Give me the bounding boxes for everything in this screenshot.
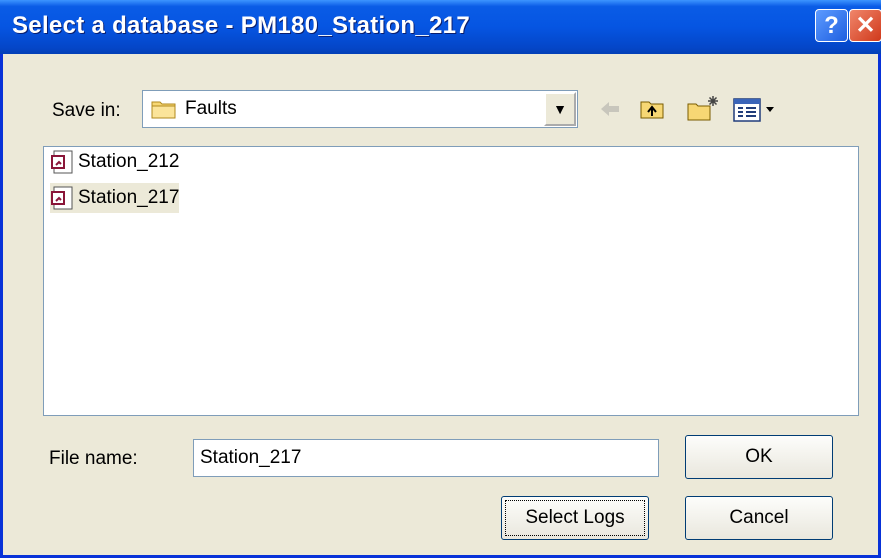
title-bar[interactable]: Select a database - PM180_Station_217 ? … — [0, 0, 881, 54]
save-in-label: Save in: — [52, 100, 121, 121]
window-title: Select a database - PM180_Station_217 — [12, 12, 470, 39]
dropdown-arrow-button[interactable]: ▼ — [544, 92, 576, 126]
file-item-label: Station_217 — [78, 187, 180, 208]
view-menu-icon[interactable] — [732, 92, 780, 126]
up-folder-icon[interactable] — [639, 92, 665, 126]
file-name-label: File name: — [49, 448, 138, 469]
access-database-icon — [51, 186, 73, 210]
cancel-button[interactable]: Cancel — [685, 496, 833, 540]
file-list[interactable]: Station_212 Station_217 — [43, 146, 859, 416]
file-item-station-217[interactable]: Station_217 — [50, 183, 180, 213]
folder-icon — [151, 101, 176, 119]
file-item-station-212[interactable]: Station_212 — [50, 147, 179, 177]
select-logs-button[interactable]: Select Logs — [501, 496, 649, 540]
access-database-icon — [51, 150, 73, 174]
new-folder-icon[interactable] — [686, 92, 720, 126]
select-database-dialog: Select a database - PM180_Station_217 ? … — [0, 0, 881, 558]
back-arrow-icon[interactable] — [599, 92, 621, 126]
help-button[interactable]: ? — [815, 9, 848, 42]
file-item-label: Station_212 — [78, 151, 180, 172]
close-button[interactable]: ✕ — [849, 9, 881, 42]
save-in-value: Faults — [185, 98, 237, 119]
file-name-input[interactable]: Station_217 — [193, 439, 659, 477]
save-in-dropdown[interactable]: Faults — [142, 90, 578, 128]
ok-button[interactable]: OK — [685, 435, 833, 479]
